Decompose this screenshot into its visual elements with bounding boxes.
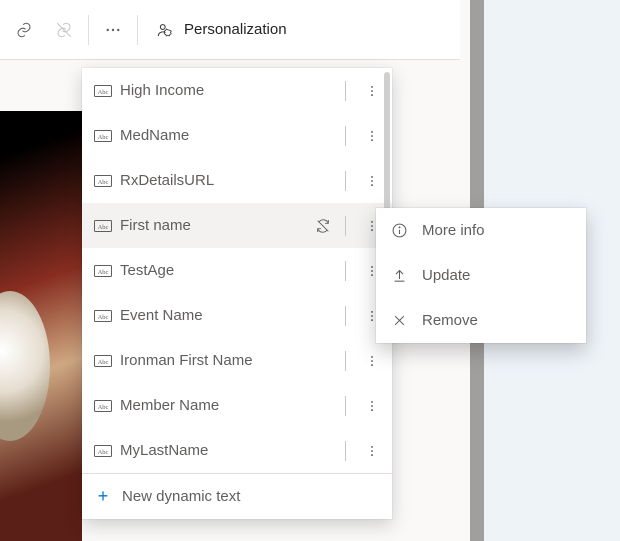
context-update[interactable]: Update — [376, 253, 586, 298]
field-item-event-name[interactable]: Abc Event Name — [82, 293, 392, 338]
upload-icon — [390, 267, 408, 284]
item-more-button[interactable] — [360, 68, 384, 113]
context-more-info[interactable]: More info — [376, 208, 586, 253]
info-icon — [390, 222, 408, 239]
link-button[interactable] — [4, 0, 44, 60]
text-field-icon: Abc — [94, 445, 112, 457]
item-more-button[interactable] — [360, 158, 384, 203]
svg-text:Abc: Abc — [98, 178, 109, 185]
field-item-first-name[interactable]: Abc First name — [82, 203, 392, 248]
field-item-medname[interactable]: Abc MedName — [82, 113, 392, 158]
content-background-image — [0, 111, 82, 541]
field-context-menu: More info Update Remove — [376, 208, 586, 343]
item-more-button[interactable] — [360, 113, 384, 158]
new-item-label: New dynamic text — [122, 488, 240, 505]
field-label: Ironman First Name — [120, 352, 331, 369]
context-remove[interactable]: Remove — [376, 298, 586, 343]
editor-toolbar: Personalization — [0, 0, 460, 60]
personalization-dropdown[interactable]: Personalization — [142, 0, 301, 60]
text-field-icon: Abc — [94, 265, 112, 277]
svg-text:Abc: Abc — [98, 223, 109, 230]
item-more-button[interactable] — [360, 338, 384, 383]
more-options-button[interactable] — [93, 0, 133, 60]
field-label: Event Name — [120, 307, 331, 324]
field-label: High Income — [120, 82, 331, 99]
field-item-mylastname[interactable]: Abc MyLastName — [82, 428, 392, 473]
personalization-label: Personalization — [184, 21, 287, 38]
item-divider — [345, 171, 346, 191]
new-dynamic-text-button[interactable]: + New dynamic text — [82, 474, 392, 519]
unlink-button — [44, 0, 84, 60]
plus-icon: + — [94, 486, 112, 507]
text-field-icon: Abc — [94, 175, 112, 187]
svg-text:Abc: Abc — [98, 133, 109, 140]
toolbar-divider — [88, 15, 89, 45]
text-field-icon: Abc — [94, 355, 112, 367]
toolbar-divider — [137, 15, 138, 45]
field-label: MedName — [120, 127, 331, 144]
context-item-label: Remove — [422, 312, 478, 329]
svg-text:Abc: Abc — [98, 358, 109, 365]
svg-text:Abc: Abc — [98, 88, 109, 95]
item-divider — [345, 126, 346, 146]
text-field-icon: Abc — [94, 85, 112, 97]
svg-text:Abc: Abc — [98, 313, 109, 320]
context-item-label: Update — [422, 267, 470, 284]
close-icon — [390, 313, 408, 328]
personalization-icon — [156, 21, 174, 39]
text-field-icon: Abc — [94, 400, 112, 412]
svg-text:Abc: Abc — [98, 448, 109, 455]
personalization-panel: Abc High Income Abc MedName Abc RxDetail… — [82, 68, 392, 519]
field-label: TestAge — [120, 262, 331, 279]
field-item-high-income[interactable]: Abc High Income — [82, 68, 392, 113]
svg-text:Abc: Abc — [98, 403, 109, 410]
field-item-rxdetailsurl[interactable]: Abc RxDetailsURL — [82, 158, 392, 203]
field-label: First name — [120, 217, 307, 234]
svg-text:Abc: Abc — [98, 268, 109, 275]
text-field-icon: Abc — [94, 310, 112, 322]
field-item-ironman-first-name[interactable]: Abc Ironman First Name — [82, 338, 392, 383]
item-divider — [345, 216, 346, 236]
text-field-icon: Abc — [94, 130, 112, 142]
field-label: Member Name — [120, 397, 331, 414]
item-divider — [345, 81, 346, 101]
item-divider — [345, 261, 346, 281]
item-more-button[interactable] — [360, 428, 384, 473]
field-label: MyLastName — [120, 442, 331, 459]
context-item-label: More info — [422, 222, 485, 239]
item-divider — [345, 351, 346, 371]
item-divider — [345, 306, 346, 326]
item-divider — [345, 441, 346, 461]
field-item-member-name[interactable]: Abc Member Name — [82, 383, 392, 428]
text-field-icon: Abc — [94, 220, 112, 232]
item-more-button[interactable] — [360, 383, 384, 428]
field-item-testage[interactable]: Abc TestAge — [82, 248, 392, 293]
item-divider — [345, 396, 346, 416]
field-label: RxDetailsURL — [120, 172, 331, 189]
sync-disabled-icon — [315, 218, 331, 234]
